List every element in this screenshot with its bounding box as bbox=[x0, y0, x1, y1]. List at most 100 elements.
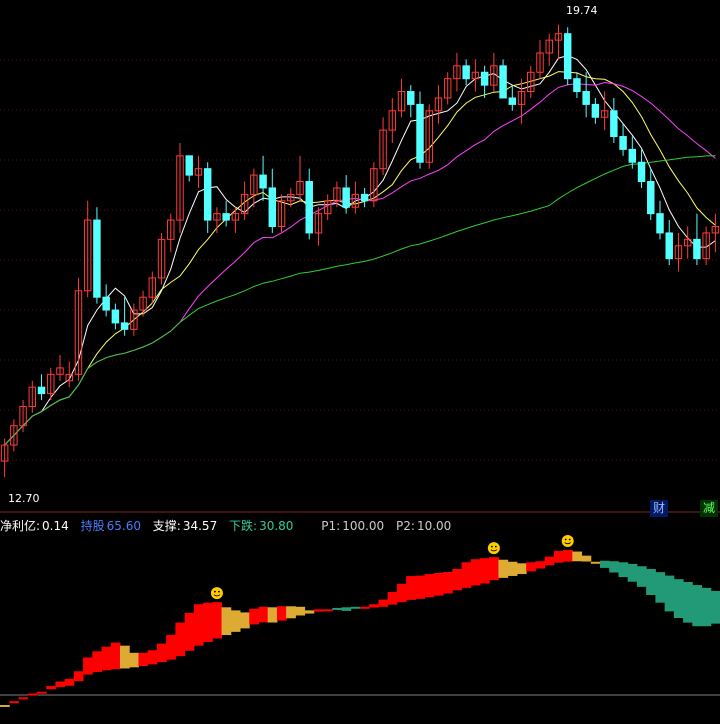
candle[interactable] bbox=[379, 117, 387, 176]
candle[interactable] bbox=[268, 168, 277, 233]
indicator-bar bbox=[387, 591, 398, 605]
candle[interactable] bbox=[407, 85, 415, 118]
candle[interactable] bbox=[203, 162, 212, 233]
indicator-bar bbox=[295, 606, 306, 616]
indicator-bar bbox=[110, 642, 121, 670]
candle[interactable] bbox=[573, 72, 581, 98]
candle[interactable] bbox=[637, 149, 646, 188]
candle[interactable] bbox=[167, 213, 175, 253]
candle[interactable] bbox=[56, 355, 64, 381]
candle[interactable] bbox=[10, 419, 18, 452]
candle[interactable] bbox=[443, 72, 452, 105]
indicator-bar bbox=[461, 562, 472, 588]
candle[interactable] bbox=[683, 226, 692, 259]
candle[interactable] bbox=[351, 181, 360, 214]
candle[interactable] bbox=[194, 155, 203, 188]
candle[interactable] bbox=[65, 361, 73, 388]
candle[interactable] bbox=[37, 374, 46, 401]
support-value: 34.57 bbox=[182, 519, 218, 533]
candle[interactable] bbox=[93, 207, 101, 304]
candle[interactable] bbox=[222, 200, 230, 227]
candle[interactable] bbox=[277, 194, 286, 233]
reduce-badge[interactable]: 减 bbox=[700, 500, 718, 517]
indicator-panel[interactable] bbox=[0, 535, 720, 707]
indicator-bar bbox=[443, 571, 453, 594]
candle[interactable] bbox=[397, 78, 406, 118]
candle[interactable] bbox=[480, 65, 489, 98]
candle[interactable] bbox=[157, 232, 166, 285]
stock-chart[interactable]: 19.74 12.70 bbox=[0, 0, 720, 720]
candle[interactable] bbox=[499, 59, 507, 99]
indicator-bar bbox=[64, 678, 75, 686]
indicator-bar bbox=[498, 559, 509, 578]
candle[interactable] bbox=[453, 52, 461, 92]
candle[interactable] bbox=[425, 104, 433, 169]
candle[interactable] bbox=[83, 200, 92, 298]
candle-body bbox=[305, 181, 313, 234]
candle[interactable] bbox=[434, 85, 443, 124]
candle[interactable] bbox=[416, 91, 424, 169]
indicator-info-bar: 净利亿: 0.14 持股 65.60 支撑: 34.57 下跌: 30.80 P1: 10… bbox=[0, 517, 720, 535]
hold-value: 65.60 bbox=[106, 519, 141, 533]
indicator-bar bbox=[18, 697, 29, 700]
candle[interactable] bbox=[342, 175, 350, 214]
indicator-bar bbox=[184, 612, 195, 651]
indicator-bar bbox=[470, 559, 481, 586]
candle[interactable] bbox=[563, 27, 572, 86]
candle[interactable] bbox=[536, 40, 544, 79]
candle[interactable] bbox=[0, 438, 9, 478]
candle[interactable] bbox=[19, 400, 27, 433]
price-high-label: 19.74 bbox=[566, 4, 598, 17]
candle[interactable] bbox=[360, 187, 369, 208]
candle[interactable] bbox=[176, 142, 184, 233]
candle[interactable] bbox=[582, 72, 590, 118]
candle[interactable] bbox=[388, 97, 397, 143]
fall-value: 30.80 bbox=[259, 519, 294, 533]
candle[interactable] bbox=[490, 52, 498, 92]
candle[interactable] bbox=[471, 59, 480, 92]
candle[interactable] bbox=[102, 284, 110, 317]
candle[interactable] bbox=[296, 155, 304, 201]
candle[interactable] bbox=[462, 59, 470, 86]
indicator-bar bbox=[203, 602, 213, 642]
candle-body bbox=[111, 309, 120, 324]
candle[interactable] bbox=[693, 213, 701, 266]
candle[interactable] bbox=[250, 168, 258, 208]
candle[interactable] bbox=[314, 207, 323, 246]
indicator-bar bbox=[92, 651, 103, 672]
candle[interactable] bbox=[28, 380, 37, 413]
candle-body bbox=[508, 97, 517, 105]
candle[interactable] bbox=[619, 123, 627, 156]
candle[interactable] bbox=[656, 200, 664, 240]
candle[interactable] bbox=[130, 303, 138, 336]
indicator-bar bbox=[396, 583, 407, 603]
indicator-bar bbox=[9, 701, 19, 704]
indicator-bar bbox=[286, 606, 296, 619]
candle-body bbox=[342, 187, 350, 208]
indicator-bar bbox=[553, 551, 564, 563]
finance-badge[interactable]: 财 bbox=[650, 500, 668, 517]
indicator-bar bbox=[433, 573, 444, 596]
candle[interactable] bbox=[665, 220, 673, 266]
candle[interactable] bbox=[305, 168, 313, 240]
candle[interactable] bbox=[508, 85, 517, 111]
candle[interactable] bbox=[554, 24, 563, 60]
candle[interactable] bbox=[111, 303, 120, 330]
candle[interactable] bbox=[545, 33, 553, 66]
candle[interactable] bbox=[213, 207, 221, 233]
candle[interactable] bbox=[711, 213, 720, 253]
candle[interactable] bbox=[647, 168, 655, 221]
candle-body bbox=[619, 136, 627, 150]
candle[interactable] bbox=[370, 162, 378, 208]
candle[interactable] bbox=[591, 97, 600, 124]
candle[interactable] bbox=[231, 207, 240, 233]
candlesticks[interactable] bbox=[0, 24, 720, 478]
indicator-bar bbox=[692, 585, 703, 627]
candle-body bbox=[610, 110, 618, 138]
hold-label: 持股 bbox=[80, 519, 105, 533]
candle[interactable] bbox=[674, 232, 683, 272]
candle-body bbox=[591, 103, 600, 118]
candle[interactable] bbox=[185, 155, 193, 182]
candle[interactable] bbox=[610, 97, 618, 143]
indicator-bar bbox=[313, 609, 324, 612]
